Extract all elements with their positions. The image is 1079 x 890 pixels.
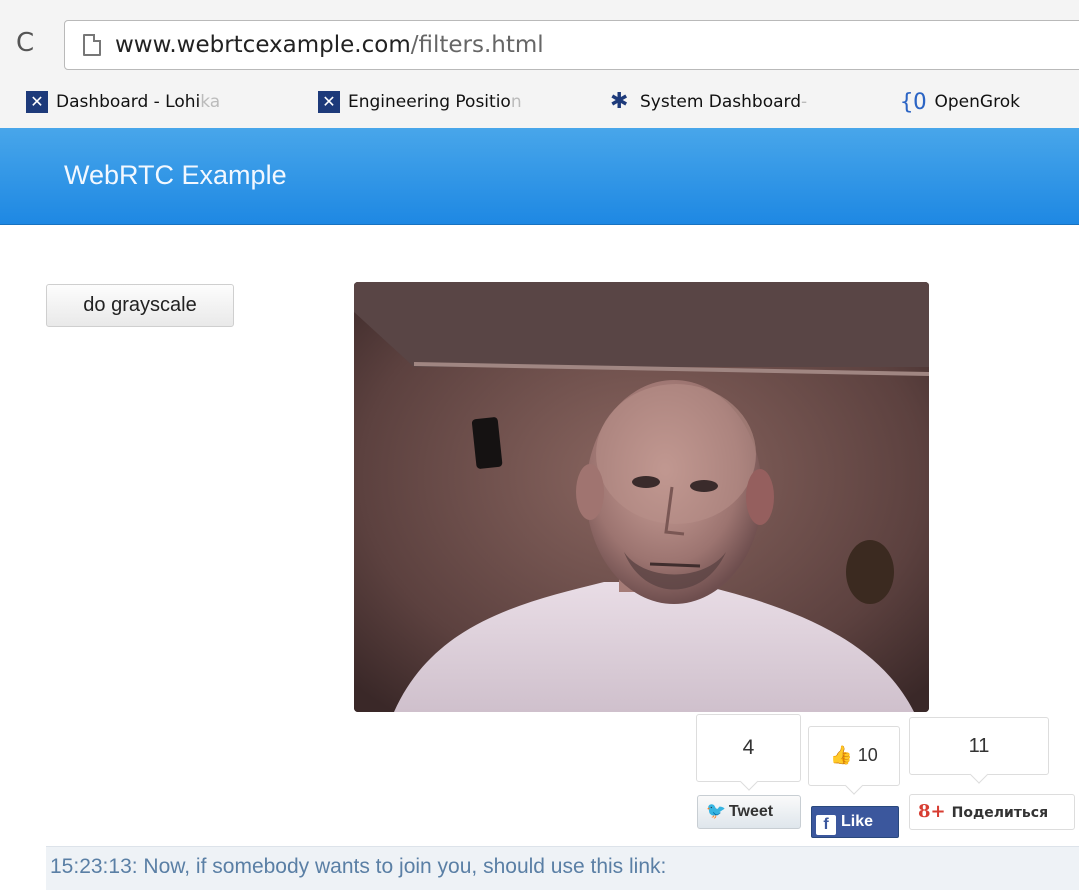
- google-plus-share-button[interactable]: 8+ Поделиться: [909, 794, 1075, 830]
- log-panel: 15:23:13: Now, if somebody wants to join…: [46, 846, 1079, 890]
- tweet-count: 4: [696, 714, 801, 791]
- google-plus-icon: 8+: [918, 801, 946, 822]
- bookmarks-bar: ✕ Dashboard - Lohi ka ✕ Engineering Posit…: [0, 80, 1079, 124]
- opengrok-brace-icon: {O: [900, 89, 927, 115]
- tweet-button[interactable]: 🐦 Tweet: [697, 795, 801, 829]
- thumbs-up-icon: 👍: [830, 745, 853, 765]
- reload-icon[interactable]: C: [16, 30, 34, 56]
- atlassian-x-icon: ✕: [318, 91, 340, 113]
- bookmark-engineering-positions[interactable]: ✕ Engineering Positio n: [318, 88, 522, 116]
- site-header: WebRTC Example: [0, 128, 1079, 225]
- facebook-icon: f: [816, 815, 836, 835]
- page-title: WebRTC Example: [64, 160, 287, 190]
- bookmark-opengrok[interactable]: {O OpenGrok: [900, 88, 1020, 116]
- grayscale-button[interactable]: do grayscale: [46, 284, 234, 327]
- address-bar[interactable]: www.webrtcexample.com/filters.html: [64, 20, 1079, 70]
- page-icon: [83, 34, 101, 56]
- like-count: 👍 10: [808, 726, 900, 795]
- atlassian-x-icon: ✕: [26, 91, 48, 113]
- browser-chrome: C www.webrtcexample.com/filters.html ✕ D…: [0, 0, 1079, 129]
- bookmark-dashboard-lohika[interactable]: ✕ Dashboard - Lohi ka: [26, 88, 220, 116]
- plus-count: 11: [909, 717, 1049, 784]
- log-message: 15:23:13: Now, if somebody wants to join…: [50, 855, 667, 878]
- bookmark-system-dashboard[interactable]: ✱ System Dashboard -: [610, 88, 807, 116]
- facebook-like-button[interactable]: f Like: [811, 806, 899, 838]
- twitter-bird-icon: 🐦: [706, 803, 726, 820]
- jira-star-icon: ✱: [610, 89, 629, 114]
- url-text[interactable]: www.webrtcexample.com/filters.html: [115, 32, 544, 58]
- video-feed: [354, 282, 929, 712]
